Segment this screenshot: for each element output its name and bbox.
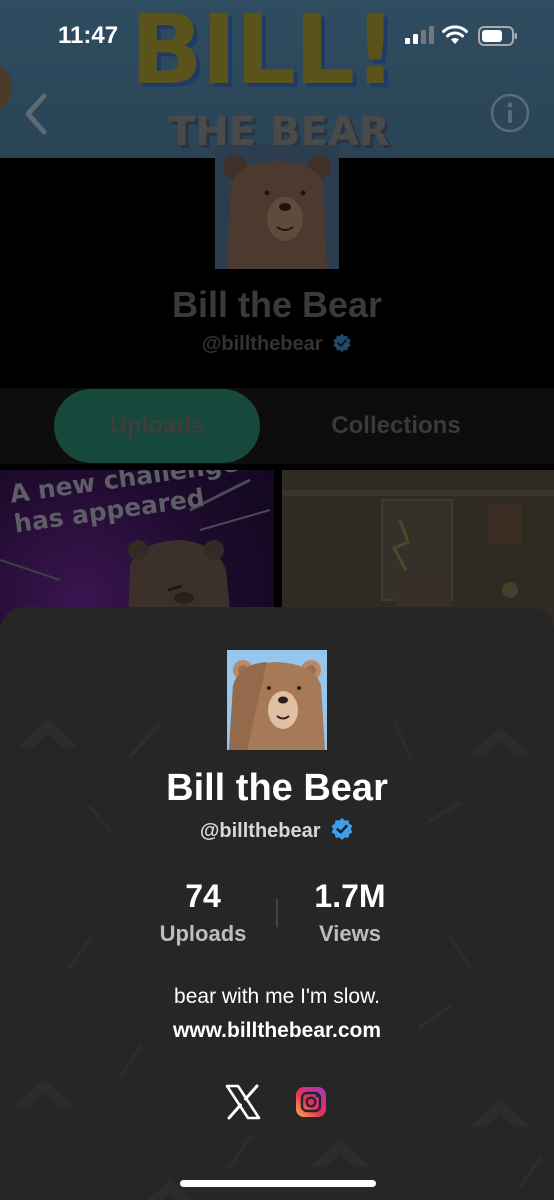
x-icon[interactable] — [224, 1083, 262, 1121]
verified-badge-icon — [331, 818, 353, 840]
battery-icon — [478, 26, 517, 46]
sheet-profile-name: Bill the Bear — [166, 767, 388, 809]
verified-badge-icon — [333, 333, 351, 353]
banner-decoration — [0, 62, 12, 114]
wifi-icon — [442, 25, 468, 44]
sheet-profile-handle: @billthebear — [0, 817, 554, 843]
bear-avatar-image — [223, 155, 331, 269]
profile-handle-text: @billthebear — [201, 333, 323, 355]
home-indicator[interactable] — [180, 1180, 376, 1187]
profile-bio: bear with me I'm slow. — [174, 985, 380, 1008]
profile-website-link[interactable]: www.billthebear.com — [0, 1019, 554, 1043]
upload-thumbnail[interactable]: A new challehger has appeared — [0, 470, 274, 630]
profile-avatar — [215, 145, 339, 269]
profile-name: Bill the Bear — [171, 284, 383, 325]
back-chevron-icon[interactable] — [20, 88, 56, 140]
profile-info-sheet: Bill the Bear @billthebear 74 Uploads 1.… — [0, 607, 554, 1200]
thumbnail-art — [282, 470, 554, 630]
profile-handle: @billthebear — [0, 333, 554, 356]
views-count: 1.7M — [314, 878, 386, 914]
upload-thumbnail[interactable] — [282, 470, 554, 630]
tab-uploads[interactable]: Uploads — [54, 389, 260, 463]
sheet-handle-text: @billthebear — [199, 820, 321, 842]
uploads-label: Uploads — [159, 921, 247, 946]
tab-collections[interactable]: Collections — [296, 389, 496, 463]
uploads-count: 74 — [185, 878, 221, 914]
bear-avatar-image — [227, 650, 327, 750]
status-bar: 11:47 — [0, 0, 554, 60]
info-icon[interactable] — [490, 93, 530, 133]
screen: BILL! THE BEAR 11:47 Bill the Bear @bill… — [0, 0, 554, 1200]
uploads-stat: 74 Uploads — [123, 877, 283, 947]
views-label: Views — [319, 921, 381, 946]
views-stat: 1.7M Views — [270, 877, 430, 947]
status-time: 11:47 — [58, 22, 119, 49]
sheet-avatar — [227, 650, 327, 750]
cellular-signal-icon — [405, 26, 434, 44]
instagram-icon[interactable] — [295, 1086, 327, 1118]
